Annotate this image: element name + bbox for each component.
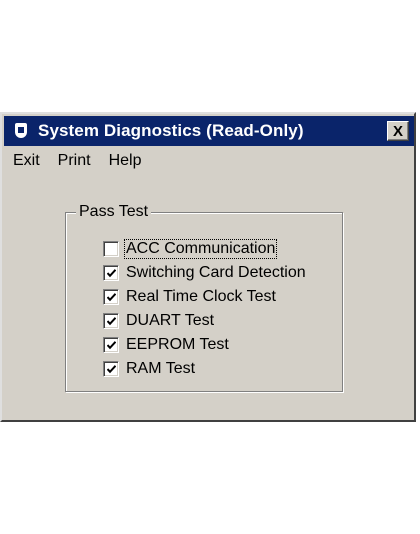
checkbox-label: Switching Card Detection — [126, 264, 306, 281]
checkbox-real-time-clock-test[interactable] — [103, 289, 119, 305]
close-button[interactable]: X — [387, 121, 409, 141]
app-icon[interactable] — [12, 121, 32, 141]
pass-test-legend: Pass Test — [76, 201, 152, 223]
checkbox-row-switching-card-detection[interactable]: Switching Card Detection — [103, 261, 307, 285]
checkbox-row-real-time-clock-test[interactable]: Real Time Clock Test — [103, 285, 307, 309]
menu-help[interactable]: Help — [100, 150, 151, 172]
checkbox-acc-communication[interactable] — [103, 241, 119, 257]
menu-bar: Exit Print Help — [4, 150, 150, 172]
menu-exit[interactable]: Exit — [4, 150, 49, 172]
checkbox-row-duart-test[interactable]: DUART Test — [103, 309, 307, 333]
checkmark-icon — [107, 341, 116, 350]
checkbox-duart-test[interactable] — [103, 313, 119, 329]
window-title: System Diagnostics (Read-Only) — [38, 121, 304, 140]
checkbox-label: EEPROM Test — [126, 336, 229, 353]
checkmark-icon — [107, 293, 116, 302]
checkmark-icon — [107, 365, 116, 374]
menu-print[interactable]: Print — [49, 150, 100, 172]
diagnostics-window: System Diagnostics (Read-Only) X Exit Pr… — [0, 112, 416, 422]
pass-test-group: Pass Test ACC Communication Switching Car… — [65, 201, 343, 392]
checkbox-label: ACC Communication — [123, 239, 278, 259]
checkbox-label: Real Time Clock Test — [126, 288, 276, 305]
checkmark-icon — [107, 269, 116, 278]
checkbox-label: DUART Test — [126, 312, 215, 329]
checkbox-row-acc-communication[interactable]: ACC Communication — [103, 237, 307, 261]
checkbox-label: RAM Test — [126, 360, 196, 377]
checkbox-ram-test[interactable] — [103, 361, 119, 377]
pass-test-list: ACC Communication Switching Card Detectio… — [103, 237, 307, 381]
checkbox-switching-card-detection[interactable] — [103, 265, 119, 281]
checkbox-eeprom-test[interactable] — [103, 337, 119, 353]
checkmark-icon — [107, 317, 116, 326]
checkbox-row-ram-test[interactable]: RAM Test — [103, 357, 307, 381]
checkbox-row-eeprom-test[interactable]: EEPROM Test — [103, 333, 307, 357]
title-bar[interactable]: System Diagnostics (Read-Only) X — [4, 116, 414, 146]
